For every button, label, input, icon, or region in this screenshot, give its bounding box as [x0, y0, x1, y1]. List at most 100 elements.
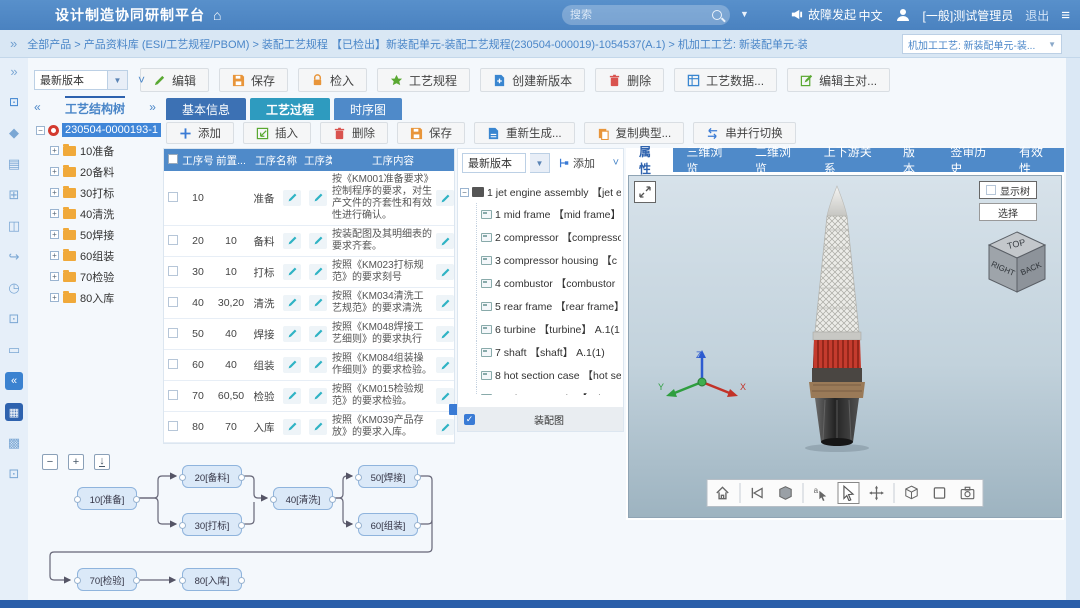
detail-tab[interactable]: 签审历史 [937, 148, 1006, 172]
process-spec-button[interactable]: 工艺规程 [377, 68, 470, 92]
tree-node[interactable]: + 60组装 [50, 245, 162, 266]
version-selector[interactable]: 最新版本 ▼ ˅ [34, 70, 145, 90]
row-checkbox[interactable] [168, 390, 178, 400]
row-checkbox[interactable] [168, 297, 178, 307]
flowchart-node[interactable]: 20[备料] [182, 465, 242, 488]
collapse-node-icon[interactable]: − [460, 188, 469, 197]
checkin-button[interactable]: 检入 [298, 68, 367, 92]
edit-name-button[interactable] [283, 388, 301, 404]
tree-left-arrow[interactable]: « [34, 100, 41, 114]
collapse-node-icon[interactable]: − [36, 126, 45, 135]
monitor-icon[interactable]: ⊡ [5, 93, 23, 111]
table-row[interactable]: 50 40 焊接 按照《KM048焊接工艺细则》的要求执行 [164, 319, 454, 350]
search-input[interactable] [570, 9, 712, 21]
expand-node-icon[interactable]: + [50, 272, 59, 281]
edit-name-button[interactable] [283, 419, 301, 435]
edit-content-button[interactable] [436, 326, 454, 342]
show-tree-checkbox[interactable] [986, 185, 996, 195]
expand-node-icon[interactable]: + [50, 251, 59, 260]
flowchart-node[interactable]: 70[检验] [77, 568, 137, 591]
tab-process[interactable]: 工艺过程 [250, 98, 330, 120]
menu-icon[interactable]: ≡ [1061, 7, 1070, 24]
tab-basic-info[interactable]: 基本信息 [166, 98, 246, 120]
pick-label-icon[interactable]: a [810, 482, 832, 504]
tree-node[interactable]: + 80入库 [50, 287, 162, 308]
breadcrumb-expander-icon[interactable]: » [10, 36, 17, 51]
edit-type-button[interactable] [309, 388, 327, 404]
delete-row-button[interactable]: 删除 [320, 122, 388, 144]
flowchart-node[interactable]: 40[清洗] [273, 487, 333, 510]
document-icon[interactable]: ▤ [5, 155, 23, 173]
edit-content-button[interactable] [436, 388, 454, 404]
fault-launch-button[interactable]: 故障发起 [790, 6, 856, 23]
table-row[interactable]: 10 准备 按《KM001准备要求》控制程序的要求，对生产文件的齐套性和有效性进… [164, 171, 454, 226]
bom-node[interactable]: 7 shaft 【shaft】 A.1(1) [476, 341, 621, 364]
edit-name-button[interactable] [283, 264, 301, 280]
table-row[interactable]: 60 40 组装 按照《KM084组装操作细则》的要求检验。 [164, 350, 454, 381]
insert-row-button[interactable]: 插入 [243, 122, 311, 144]
version-caret-icon[interactable]: ▼ [108, 70, 128, 90]
edit-name-button[interactable] [283, 233, 301, 249]
edit-name-button[interactable] [283, 295, 301, 311]
previous-view-icon[interactable] [747, 482, 769, 504]
bom-node[interactable]: 6 turbine 【turbine】 A.1(1 [476, 318, 621, 341]
share-icon[interactable]: ↪ [5, 248, 23, 266]
edit-button[interactable]: 编辑 [140, 68, 209, 92]
isometric-view-icon[interactable] [901, 482, 923, 504]
edit-content-button[interactable] [436, 295, 454, 311]
expand-icon[interactable]: » [5, 62, 23, 80]
detail-tab[interactable]: 三维浏览 [673, 148, 742, 172]
process-data-button[interactable]: 工艺数据... [674, 68, 777, 92]
bom-version-caret-icon[interactable]: ▼ [530, 153, 550, 173]
edit-object-button[interactable]: 编辑主对... [787, 68, 890, 92]
apps-icon[interactable]: ▦ [5, 403, 23, 421]
edit-content-button[interactable] [436, 419, 454, 435]
breadcrumb[interactable]: 全部产品 > 产品资料库 (ESI/工艺规程/PBOM) > 装配工艺规程 【已… [27, 36, 807, 52]
shaded-view-icon[interactable] [775, 482, 797, 504]
tab-sequence[interactable]: 时序图 [334, 98, 402, 120]
edit-type-button[interactable] [309, 326, 327, 342]
expand-node-icon[interactable]: + [50, 209, 59, 218]
zoom-box-icon[interactable] [929, 482, 951, 504]
layers-icon[interactable]: ▩ [5, 434, 23, 452]
tree-node[interactable]: + 30打标 [50, 182, 162, 203]
edit-name-button[interactable] [283, 190, 301, 206]
model-icon[interactable]: ◆ [5, 124, 23, 142]
tree-right-arrow[interactable]: » [149, 100, 156, 114]
home-icon[interactable]: ⌂ [213, 7, 221, 23]
table-row[interactable]: 40 30,20 清洗 按照《KM034清洗工艺规范》的要求清洗 [164, 288, 454, 319]
package-icon[interactable]: ⊞ [5, 186, 23, 204]
tree-node[interactable]: + 40清洗 [50, 203, 162, 224]
table-row[interactable]: 70 60,50 检验 按照《KM015检验规范》的要求检验。 [164, 381, 454, 412]
tree-node[interactable]: + 20备料 [50, 161, 162, 182]
detail-tab[interactable]: 有效性 [1006, 148, 1064, 172]
flowchart-node[interactable]: 30[打标] [182, 513, 242, 536]
pointer-icon[interactable] [838, 482, 860, 504]
detail-tab[interactable]: 二维浏览 [742, 148, 811, 172]
edit-type-button[interactable] [309, 295, 327, 311]
create-version-button[interactable]: 创建新版本 [480, 68, 585, 92]
history-icon[interactable]: ◷ [5, 279, 23, 297]
row-checkbox[interactable] [168, 235, 178, 245]
edit-type-button[interactable] [309, 190, 327, 206]
display-icon[interactable]: ⊡ [5, 465, 23, 483]
row-checkbox[interactable] [168, 328, 178, 338]
jet-engine-model[interactable] [757, 182, 917, 454]
bom-node[interactable]: 3 compressor housing 【c [476, 249, 621, 272]
snapshot-icon[interactable] [957, 482, 979, 504]
edit-type-button[interactable] [309, 233, 327, 249]
assembly-drawing-button[interactable]: 装配图 [481, 412, 617, 427]
expand-node-icon[interactable]: + [50, 146, 59, 155]
bom-node[interactable]: 9 exhaust nozzle 【exhaus [476, 387, 621, 395]
collapse-icon[interactable]: « [5, 372, 23, 390]
regenerate-button[interactable]: 重新生成... [474, 122, 575, 144]
flowchart-node[interactable]: 60[组装] [358, 513, 418, 536]
collapse-chevron-icon[interactable]: ˅ [138, 73, 145, 87]
bom-node[interactable]: 5 rear frame 【rear frame】 [476, 295, 621, 318]
search-caret-icon[interactable]: ▼ [740, 9, 749, 19]
detail-tab[interactable]: 上下游关系 [811, 148, 890, 172]
board-icon[interactable]: ▭ [5, 341, 23, 359]
row-checkbox[interactable] [168, 421, 178, 431]
assembly-drawing-checkbox[interactable]: ✓ [464, 414, 475, 425]
expand-node-icon[interactable]: + [50, 188, 59, 197]
